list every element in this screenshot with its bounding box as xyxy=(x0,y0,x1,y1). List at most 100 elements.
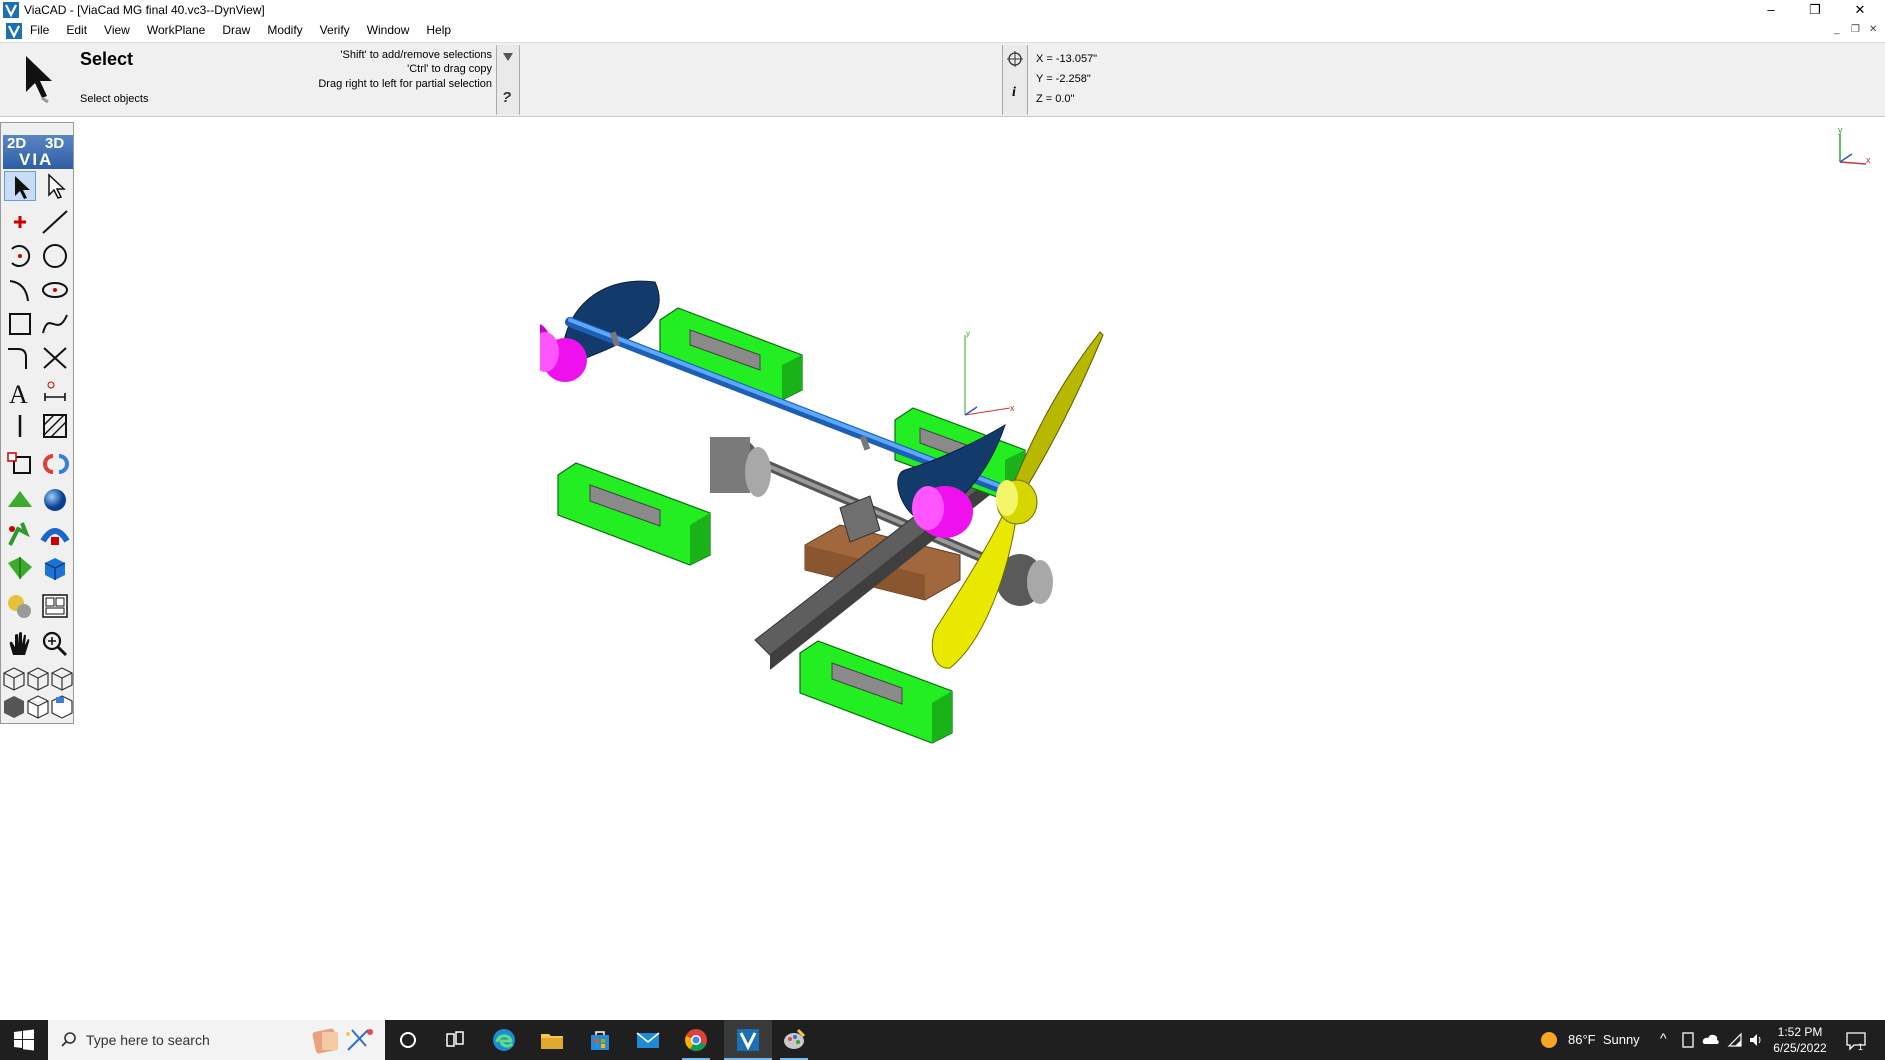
clock-time: 1:52 PM xyxy=(1777,1025,1823,1039)
onedrive-icon[interactable] xyxy=(1702,1033,1720,1045)
network-icon[interactable] xyxy=(1727,1032,1743,1048)
restore-button[interactable]: ❐ xyxy=(1793,0,1837,20)
search-highlight-icon xyxy=(312,1028,373,1054)
taskbar-search[interactable]: Type here to search xyxy=(48,1020,385,1060)
hint-drag: Drag right to left for partial selection xyxy=(318,78,492,90)
svg-text:x: x xyxy=(1866,155,1871,165)
edge-icon[interactable] xyxy=(490,1026,518,1054)
subselect-tool-icon[interactable] xyxy=(39,171,71,201)
menu-draw[interactable]: Draw xyxy=(222,23,250,37)
select-arrow-icon xyxy=(26,56,52,104)
pan-hand-icon[interactable] xyxy=(4,629,36,659)
axis-line-tool-icon[interactable] xyxy=(4,411,36,441)
select-tool-icon[interactable] xyxy=(4,171,36,201)
dropdown-icon[interactable] xyxy=(502,51,514,63)
command-strip: Select Select objects 'Shift' to add/rem… xyxy=(0,43,1885,117)
sweep-tool-icon[interactable] xyxy=(39,519,71,549)
svg-text:y: y xyxy=(966,329,970,338)
chevron-up-icon[interactable]: ^ xyxy=(1660,1030,1667,1046)
hint-ctrl: 'Ctrl' to drag copy xyxy=(407,63,492,75)
windows-start-icon[interactable] xyxy=(0,1020,48,1060)
command-title: Select xyxy=(80,49,134,69)
shaded-view-icon[interactable] xyxy=(2,691,26,721)
mail-icon[interactable] xyxy=(634,1026,662,1054)
menu-help[interactable]: Help xyxy=(426,23,451,37)
window-title: ViaCAD - [ViaCad MG final 40.vc3--DynVie… xyxy=(24,3,265,17)
extrude-tool-icon[interactable] xyxy=(4,485,36,515)
command-subtitle: Select objects xyxy=(80,93,149,105)
snap-target-icon[interactable] xyxy=(1006,50,1024,68)
clock-date: 6/25/2022 xyxy=(1773,1041,1827,1055)
hatch-tool-icon[interactable] xyxy=(39,411,71,441)
info-button[interactable]: i xyxy=(1012,85,1016,101)
rectangle-tool-icon[interactable] xyxy=(4,309,36,339)
trim-tool-icon[interactable] xyxy=(39,343,71,373)
paint-app-icon[interactable] xyxy=(780,1026,808,1054)
loft-tool-icon[interactable] xyxy=(4,553,36,583)
menu-view[interactable]: View xyxy=(104,23,130,37)
wireframe-view-icon[interactable] xyxy=(26,691,50,721)
arc-center-tool-icon[interactable] xyxy=(4,241,36,271)
zoom-icon[interactable] xyxy=(39,629,71,659)
chrome-icon[interactable] xyxy=(682,1026,710,1054)
close-button[interactable]: ✕ xyxy=(1838,0,1882,20)
document-icon[interactable] xyxy=(6,23,22,39)
render-tool-icon[interactable] xyxy=(4,591,36,621)
task-view-icon[interactable] xyxy=(441,1026,469,1054)
hint-shift: 'Shift' to add/remove selections xyxy=(340,49,492,61)
axis-triad: y x xyxy=(1838,126,1871,165)
mdi-restore-button[interactable]: ❐ xyxy=(1851,24,1860,35)
text-tool-icon[interactable]: A xyxy=(4,377,36,409)
help-button[interactable]: ? xyxy=(502,89,511,106)
weather-text[interactable]: 86°F Sunny xyxy=(1568,1032,1640,1047)
coord-z: Z = 0.0" xyxy=(1036,93,1075,105)
device-icon[interactable] xyxy=(1681,1032,1695,1048)
hidden-line-view-icon[interactable] xyxy=(50,691,74,721)
transform-tool-icon[interactable] xyxy=(4,449,36,479)
boat-3d-model: y x xyxy=(540,280,1104,744)
line-tool-icon[interactable] xyxy=(39,207,71,237)
title-bar: ViaCAD - [ViaCad MG final 40.vc3--DynVie… xyxy=(0,0,1885,20)
svg-text:1: 1 xyxy=(1858,1042,1863,1052)
menu-modify[interactable]: Modify xyxy=(267,23,302,37)
svg-text:y: y xyxy=(1838,126,1843,135)
menu-window[interactable]: Window xyxy=(367,23,410,37)
file-explorer-icon[interactable] xyxy=(538,1026,566,1054)
layout-tool-icon[interactable] xyxy=(39,591,71,621)
search-placeholder: Type here to search xyxy=(86,1032,210,1048)
menu-workplane[interactable]: WorkPlane xyxy=(147,23,205,37)
point-tool-icon[interactable] xyxy=(4,207,36,237)
coord-y: Y = -2.258" xyxy=(1036,73,1091,85)
arc-tool-icon[interactable] xyxy=(4,275,36,305)
viacad-taskbar-icon[interactable] xyxy=(734,1026,762,1054)
dimension-tool-icon[interactable] xyxy=(39,377,71,407)
cortana-icon[interactable] xyxy=(394,1026,422,1054)
box-tool-icon[interactable] xyxy=(39,553,71,583)
menu-verify[interactable]: Verify xyxy=(320,23,350,37)
mdi-close-button[interactable]: ✕ xyxy=(1869,24,1877,35)
search-icon xyxy=(61,1032,76,1047)
menu-bar: File Edit View WorkPlane Draw Modify Ver… xyxy=(0,20,1885,43)
ellipse-tool-icon[interactable] xyxy=(39,275,71,305)
help-column: ? xyxy=(496,45,520,115)
revolve-tool-icon[interactable] xyxy=(4,519,36,549)
store-icon[interactable] xyxy=(586,1026,614,1054)
svg-text:x: x xyxy=(1010,403,1015,413)
svg-text:A: A xyxy=(9,380,28,407)
mirror-tool-icon[interactable] xyxy=(39,449,71,479)
spline-tool-icon[interactable] xyxy=(39,309,71,339)
tool-palette: 2D 3D VIA A xyxy=(0,122,74,724)
fillet-tool-icon[interactable] xyxy=(4,343,36,373)
menu-file[interactable]: File xyxy=(30,23,49,37)
view-top-icon[interactable] xyxy=(26,663,50,693)
taskbar-clock[interactable]: 1:52 PM 6/25/2022 xyxy=(1760,1024,1840,1056)
sphere-tool-icon[interactable] xyxy=(39,485,71,515)
view-iso-icon[interactable] xyxy=(2,663,26,693)
mdi-minimize-button[interactable]: _ xyxy=(1834,24,1840,35)
view-front-icon[interactable] xyxy=(50,663,74,693)
minimize-button[interactable]: – xyxy=(1749,0,1793,20)
circle-tool-icon[interactable] xyxy=(39,241,71,271)
pontoon-left-front xyxy=(557,462,711,566)
menu-edit[interactable]: Edit xyxy=(66,23,87,37)
notification-icon[interactable]: 1 xyxy=(1845,1030,1867,1052)
